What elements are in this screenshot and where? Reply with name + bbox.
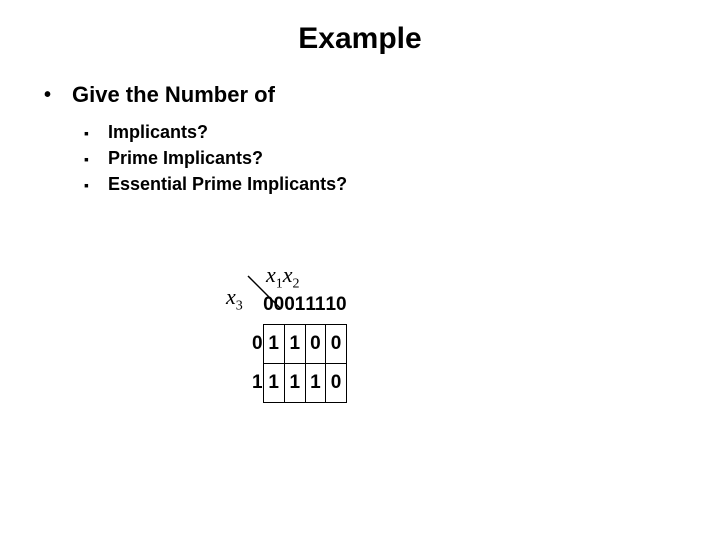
bullet-square-icon: ▪ [84,174,108,196]
kmap-row-header: 0 [252,325,263,364]
bullet-square-icon: ▪ [84,148,108,170]
bullet-dot-icon: • [44,82,72,108]
kmap-col-header: 10 [325,286,346,325]
bullet-level2-text: Essential Prime Implicants? [108,174,347,195]
kmap-cell: 0 [325,364,346,403]
bullet-level2: ▪ Implicants? [84,122,720,144]
kmap-cell: 1 [284,325,305,364]
slide: Example • Give the Number of ▪ Implicant… [0,0,720,540]
kmap-cell: 1 [263,364,284,403]
bullet-level2: ▪ Essential Prime Implicants? [84,174,720,196]
kmap-row-variable: x3 [226,284,243,314]
kmap-col-header: 00 [263,286,284,325]
kmap-cell: 1 [284,364,305,403]
kmap-cell: 0 [305,325,325,364]
bullet-level1-text: Give the Number of [72,82,275,108]
kmap-corner [252,286,263,325]
bullet-level1: • Give the Number of [44,82,720,108]
bullet-level2: ▪ Prime Implicants? [84,148,720,170]
kmap-cell: 0 [325,325,346,364]
bullet-level2-text: Prime Implicants? [108,148,263,169]
bullet-level2-text: Implicants? [108,122,208,143]
kmap-header-row: 00 01 11 10 [252,286,347,325]
bullet-level2-group: ▪ Implicants? ▪ Prime Implicants? ▪ Esse… [44,122,720,196]
bullet-square-icon: ▪ [84,122,108,144]
slide-title: Example [0,0,720,56]
kmap-table: 00 01 11 10 0 1 1 0 0 1 1 1 1 0 [252,286,347,403]
kmap-row: 0 1 1 0 0 [252,325,347,364]
kmap-row: 1 1 1 1 0 [252,364,347,403]
kmap-cell: 1 [263,325,284,364]
kmap-col-header: 11 [305,286,325,325]
kmap-col-header: 01 [284,286,305,325]
slide-body: • Give the Number of ▪ Implicants? ▪ Pri… [0,56,720,196]
kmap-row-header: 1 [252,364,263,403]
kmap-cell: 1 [305,364,325,403]
